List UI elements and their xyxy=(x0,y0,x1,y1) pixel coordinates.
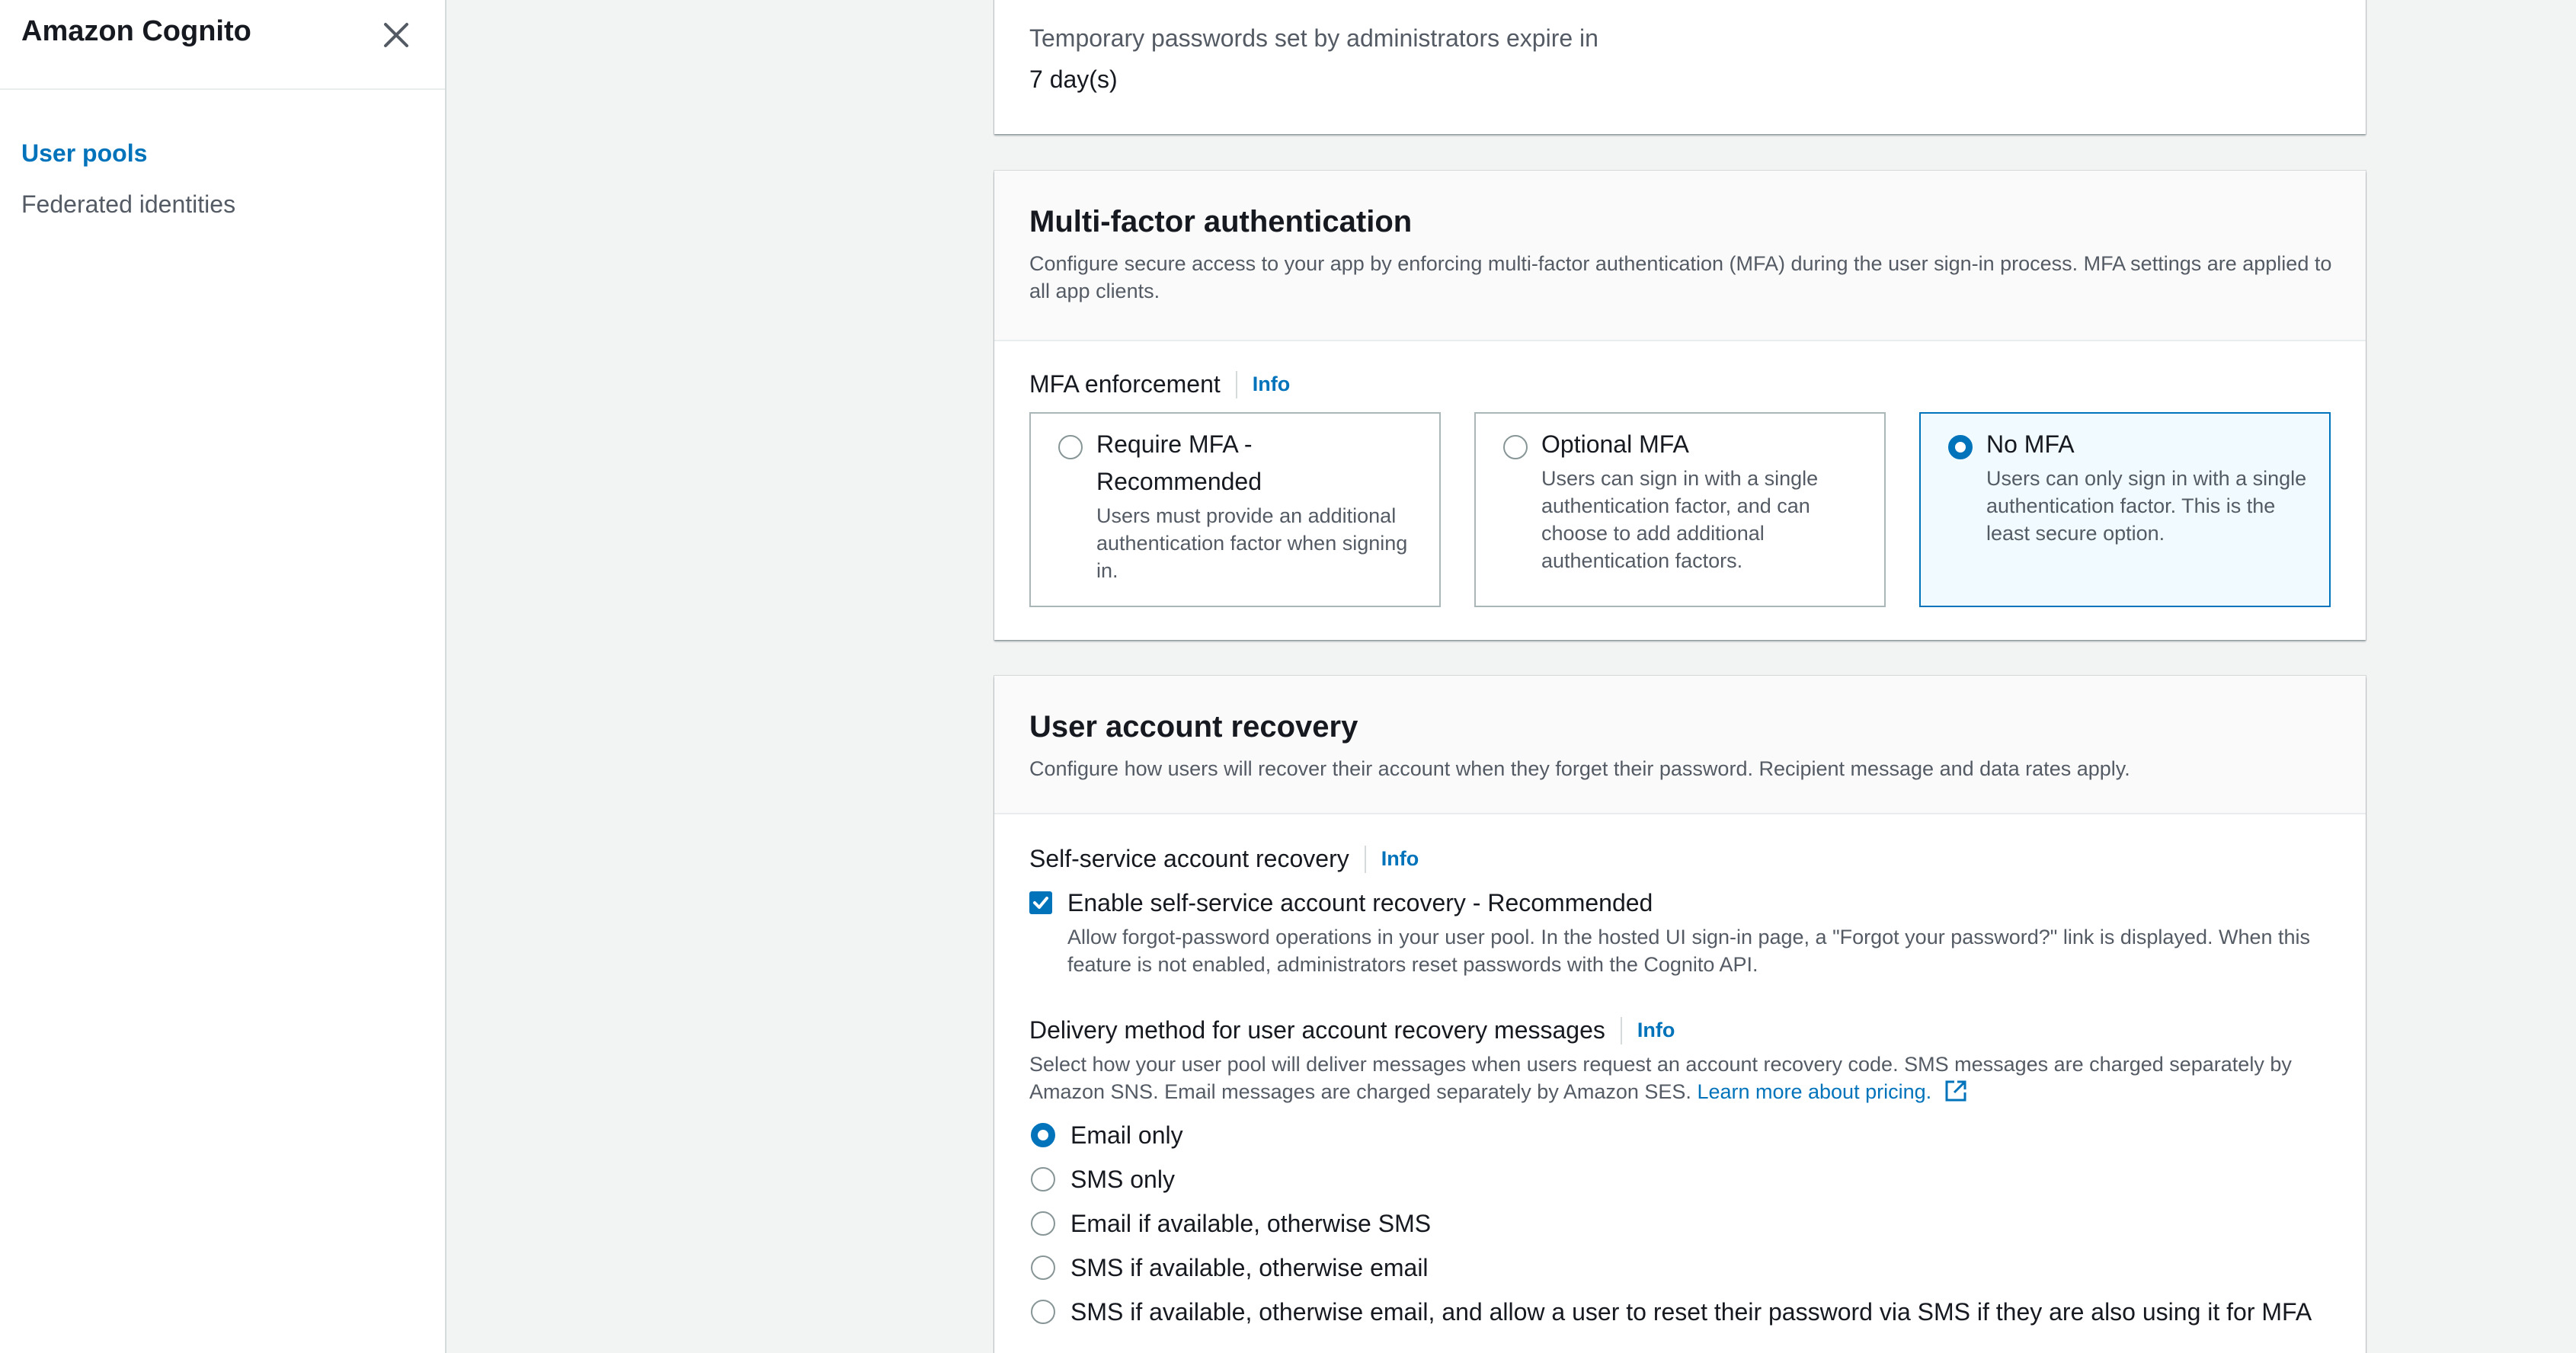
radio-button-selected[interactable] xyxy=(1031,1123,1055,1147)
delivery-option-email-then-sms[interactable]: Email if available, otherwise SMS xyxy=(1029,1201,2332,1246)
learn-more-pricing-link[interactable]: Learn more about pricing. xyxy=(1697,1080,1967,1103)
close-icon xyxy=(384,23,408,47)
radio-label: SMS if available, otherwise email, and a… xyxy=(1070,1297,2312,1326)
mfa-title: Multi-factor authentication xyxy=(1029,205,1413,238)
mfa-header: Multi-factor authentication Configure se… xyxy=(994,171,2366,341)
sidebar-item-user-pools[interactable]: User pools xyxy=(0,128,445,179)
mfa-info-link[interactable]: Info xyxy=(1253,373,1290,396)
tile-title: Require MFA - Recommended xyxy=(1096,430,1262,495)
radio-label: Email only xyxy=(1070,1121,1183,1149)
sidebar-nav: User pools Federated identities xyxy=(0,90,445,230)
mfa-description: Configure secure access to your app by e… xyxy=(1029,252,2332,302)
delivery-description: Select how your user pool will deliver m… xyxy=(1029,1051,2332,1105)
recovery-description: Configure how users will recover their a… xyxy=(1029,757,2130,780)
recovery-body: Self-service account recovery Info Enabl… xyxy=(994,814,2366,1353)
temp-password-panel: Temporary passwords set by administrator… xyxy=(994,0,2366,134)
mfa-option-none[interactable]: No MFA Users can only sign in with a sin… xyxy=(1919,412,2331,607)
tile-description: Users must provide an additional authent… xyxy=(1096,504,1408,582)
temp-password-label: Temporary passwords set by administrator… xyxy=(1029,24,1598,52)
mfa-enforcement-label-row: MFA enforcement Info xyxy=(1029,370,2332,398)
sidebar: Amazon Cognito User pools Federated iden… xyxy=(0,0,446,1353)
tile-description: Users can only sign in with a single aut… xyxy=(1986,467,2307,545)
tile-title: Optional MFA xyxy=(1541,430,1689,458)
delivery-option-sms-only[interactable]: SMS only xyxy=(1029,1157,2332,1201)
radio-button[interactable] xyxy=(1503,435,1528,459)
delivery-option-sms-then-email[interactable]: SMS if available, otherwise email xyxy=(1029,1246,2332,1290)
self-service-label: Self-service account recovery xyxy=(1029,845,1349,872)
self-service-info-link[interactable]: Info xyxy=(1381,847,1419,871)
divider xyxy=(1620,1016,1622,1044)
radio-label: SMS if available, otherwise email xyxy=(1070,1253,1429,1281)
external-link-icon xyxy=(1945,1080,1966,1102)
divider xyxy=(1364,845,1366,873)
radio-label: Email if available, otherwise SMS xyxy=(1070,1209,1432,1237)
self-service-label-row: Self-service account recovery Info xyxy=(1029,845,2332,873)
radio-button[interactable] xyxy=(1031,1255,1055,1280)
mfa-option-optional[interactable]: Optional MFA Users can sign in with a si… xyxy=(1474,412,1886,607)
radio-button[interactable] xyxy=(1058,435,1083,459)
delivery-option-sms-then-email-mfa[interactable]: SMS if available, otherwise email, and a… xyxy=(1029,1290,2332,1334)
recovery-panel: User account recovery Configure how user… xyxy=(994,676,2366,1353)
radio-button[interactable] xyxy=(1031,1300,1055,1324)
radio-button-selected[interactable] xyxy=(1948,435,1973,459)
mfa-options: Require MFA - Recommended Users must pro… xyxy=(1029,412,2332,607)
self-service-checkbox[interactable] xyxy=(1029,891,1052,914)
tile-title: No MFA xyxy=(1986,430,2075,458)
delivery-radio-group: Email only SMS only Email if available, … xyxy=(1029,1113,2332,1334)
sidebar-header: Amazon Cognito xyxy=(0,0,445,90)
temp-password-value: 7 day(s) xyxy=(1029,66,1118,93)
divider xyxy=(1235,370,1237,398)
close-sidebar-button[interactable] xyxy=(376,15,416,55)
sidebar-item-federated-identities[interactable]: Federated identities xyxy=(0,179,445,230)
mfa-enforcement-label: MFA enforcement xyxy=(1029,370,1221,398)
delivery-info-link[interactable]: Info xyxy=(1637,1019,1675,1042)
mfa-option-require[interactable]: Require MFA - Recommended Users must pro… xyxy=(1029,412,1441,607)
radio-label: SMS only xyxy=(1070,1165,1175,1193)
mfa-body: MFA enforcement Info Require MFA - Recom… xyxy=(994,341,2366,638)
checkbox-label: Enable self-service account recovery - R… xyxy=(1067,889,1653,916)
checkmark-icon xyxy=(1033,897,1048,909)
mfa-panel: Multi-factor authentication Configure se… xyxy=(994,171,2366,640)
tile-description: Users can sign in with a single authenti… xyxy=(1541,467,1819,572)
sidebar-title: Amazon Cognito xyxy=(21,15,251,47)
checkbox-description: Allow forgot-password operations in your… xyxy=(1067,926,2311,976)
delivery-label: Delivery method for user account recover… xyxy=(1029,1016,1605,1044)
learn-more-label: Learn more about pricing. xyxy=(1697,1080,1932,1103)
self-service-checkbox-row[interactable]: Enable self-service account recovery - R… xyxy=(1029,888,2332,978)
recovery-title: User account recovery xyxy=(1029,710,1358,744)
delivery-label-row: Delivery method for user account recover… xyxy=(1029,1016,2332,1044)
delivery-description-text: Select how your user pool will deliver m… xyxy=(1029,1053,2292,1103)
checkbox-text: Enable self-service account recovery - R… xyxy=(1067,888,2332,978)
radio-button[interactable] xyxy=(1031,1167,1055,1191)
recovery-header: User account recovery Configure how user… xyxy=(994,676,2366,814)
delivery-option-email-only[interactable]: Email only xyxy=(1029,1113,2332,1157)
radio-button[interactable] xyxy=(1031,1211,1055,1236)
